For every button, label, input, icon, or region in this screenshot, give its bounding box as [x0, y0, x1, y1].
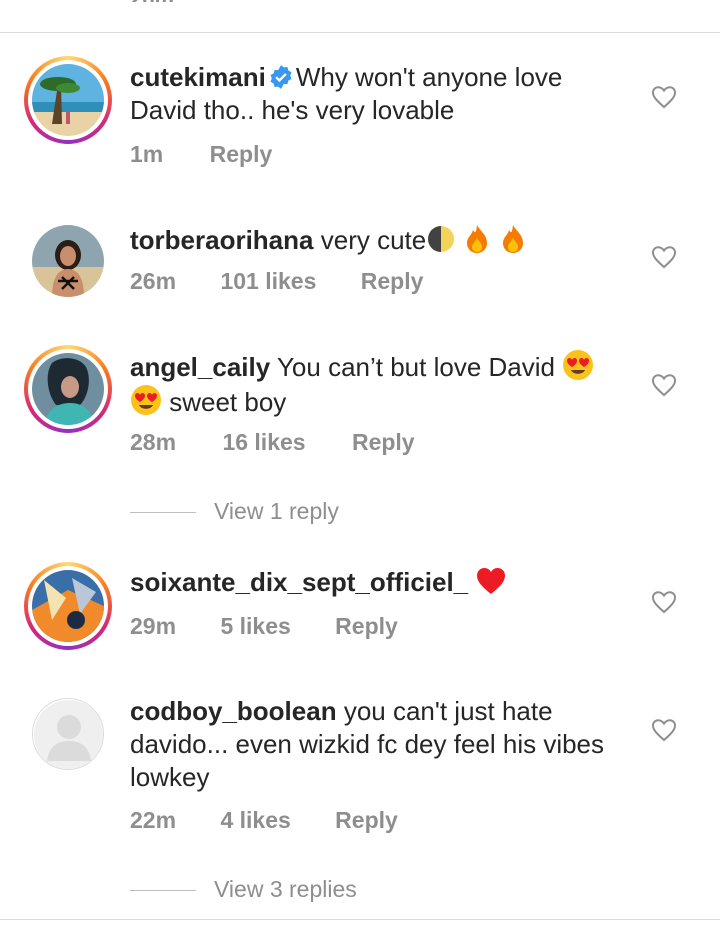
avatar-story-ring[interactable] [24, 56, 112, 144]
heart-outline-icon[interactable] [651, 373, 677, 397]
heart-outline-icon[interactable] [651, 245, 677, 269]
comment-text: You can’t but love David [276, 352, 555, 382]
moon-emoji-icon [428, 226, 455, 252]
comment-text-tail: sweet boy [169, 387, 287, 417]
fire-emoji-icon [467, 225, 488, 253]
reply-button[interactable]: Reply [335, 613, 398, 640]
comment-time: 22m [130, 807, 177, 833]
comment-username[interactable]: soixante_dix_sept_officiel_ [130, 567, 468, 597]
view-replies-button[interactable]: View 3 replies [130, 876, 357, 903]
replies-divider-line [130, 512, 196, 514]
view-replies-button[interactable]: View 1 reply [130, 498, 339, 525]
verified-badge-icon [270, 65, 292, 89]
comment-username[interactable]: codboy_boolean [130, 696, 337, 726]
bottom-divider [0, 919, 720, 920]
likes-count[interactable]: 101 likes [220, 268, 316, 295]
avatar [32, 64, 104, 136]
comment-username[interactable]: cutekimani [130, 62, 266, 92]
previous-comment-time: 26m [130, 0, 180, 2]
heart-outline-icon[interactable] [651, 590, 677, 614]
avatar[interactable] [32, 225, 104, 297]
reply-button[interactable]: Reply [361, 268, 424, 295]
likes-count[interactable]: 4 likes [220, 807, 290, 834]
comment-text: very cute [320, 225, 427, 255]
replies-divider-line [130, 890, 196, 892]
avatar [32, 570, 104, 642]
heart-eyes-emoji-icon [563, 350, 594, 380]
red-heart-emoji-icon [477, 568, 506, 594]
comment-time: 26m [130, 268, 177, 294]
reply-button[interactable]: Reply [352, 429, 415, 456]
view-replies-label[interactable]: View 1 reply [214, 498, 339, 524]
comment-time: 1m [130, 141, 164, 167]
top-divider [0, 32, 720, 33]
default-avatar-icon[interactable] [32, 698, 104, 770]
comment-time: 28m [130, 429, 177, 455]
fire-emoji-icon [502, 225, 523, 253]
reply-button[interactable]: Reply [210, 141, 273, 168]
comment-time: 29m [130, 613, 177, 639]
view-replies-label[interactable]: View 3 replies [214, 876, 357, 902]
avatar-story-ring[interactable] [24, 562, 112, 650]
avatar-story-ring[interactable] [24, 345, 112, 433]
likes-count[interactable]: 5 likes [220, 613, 290, 640]
heart-outline-icon[interactable] [651, 718, 677, 742]
likes-count[interactable]: 16 likes [222, 429, 305, 456]
comment-username[interactable]: angel_caily [130, 352, 270, 382]
heart-outline-icon[interactable] [651, 85, 677, 109]
comment-username[interactable]: torberaorihana [130, 225, 314, 255]
avatar [32, 353, 104, 425]
heart-eyes-emoji-icon [131, 385, 161, 415]
reply-button[interactable]: Reply [335, 807, 398, 834]
